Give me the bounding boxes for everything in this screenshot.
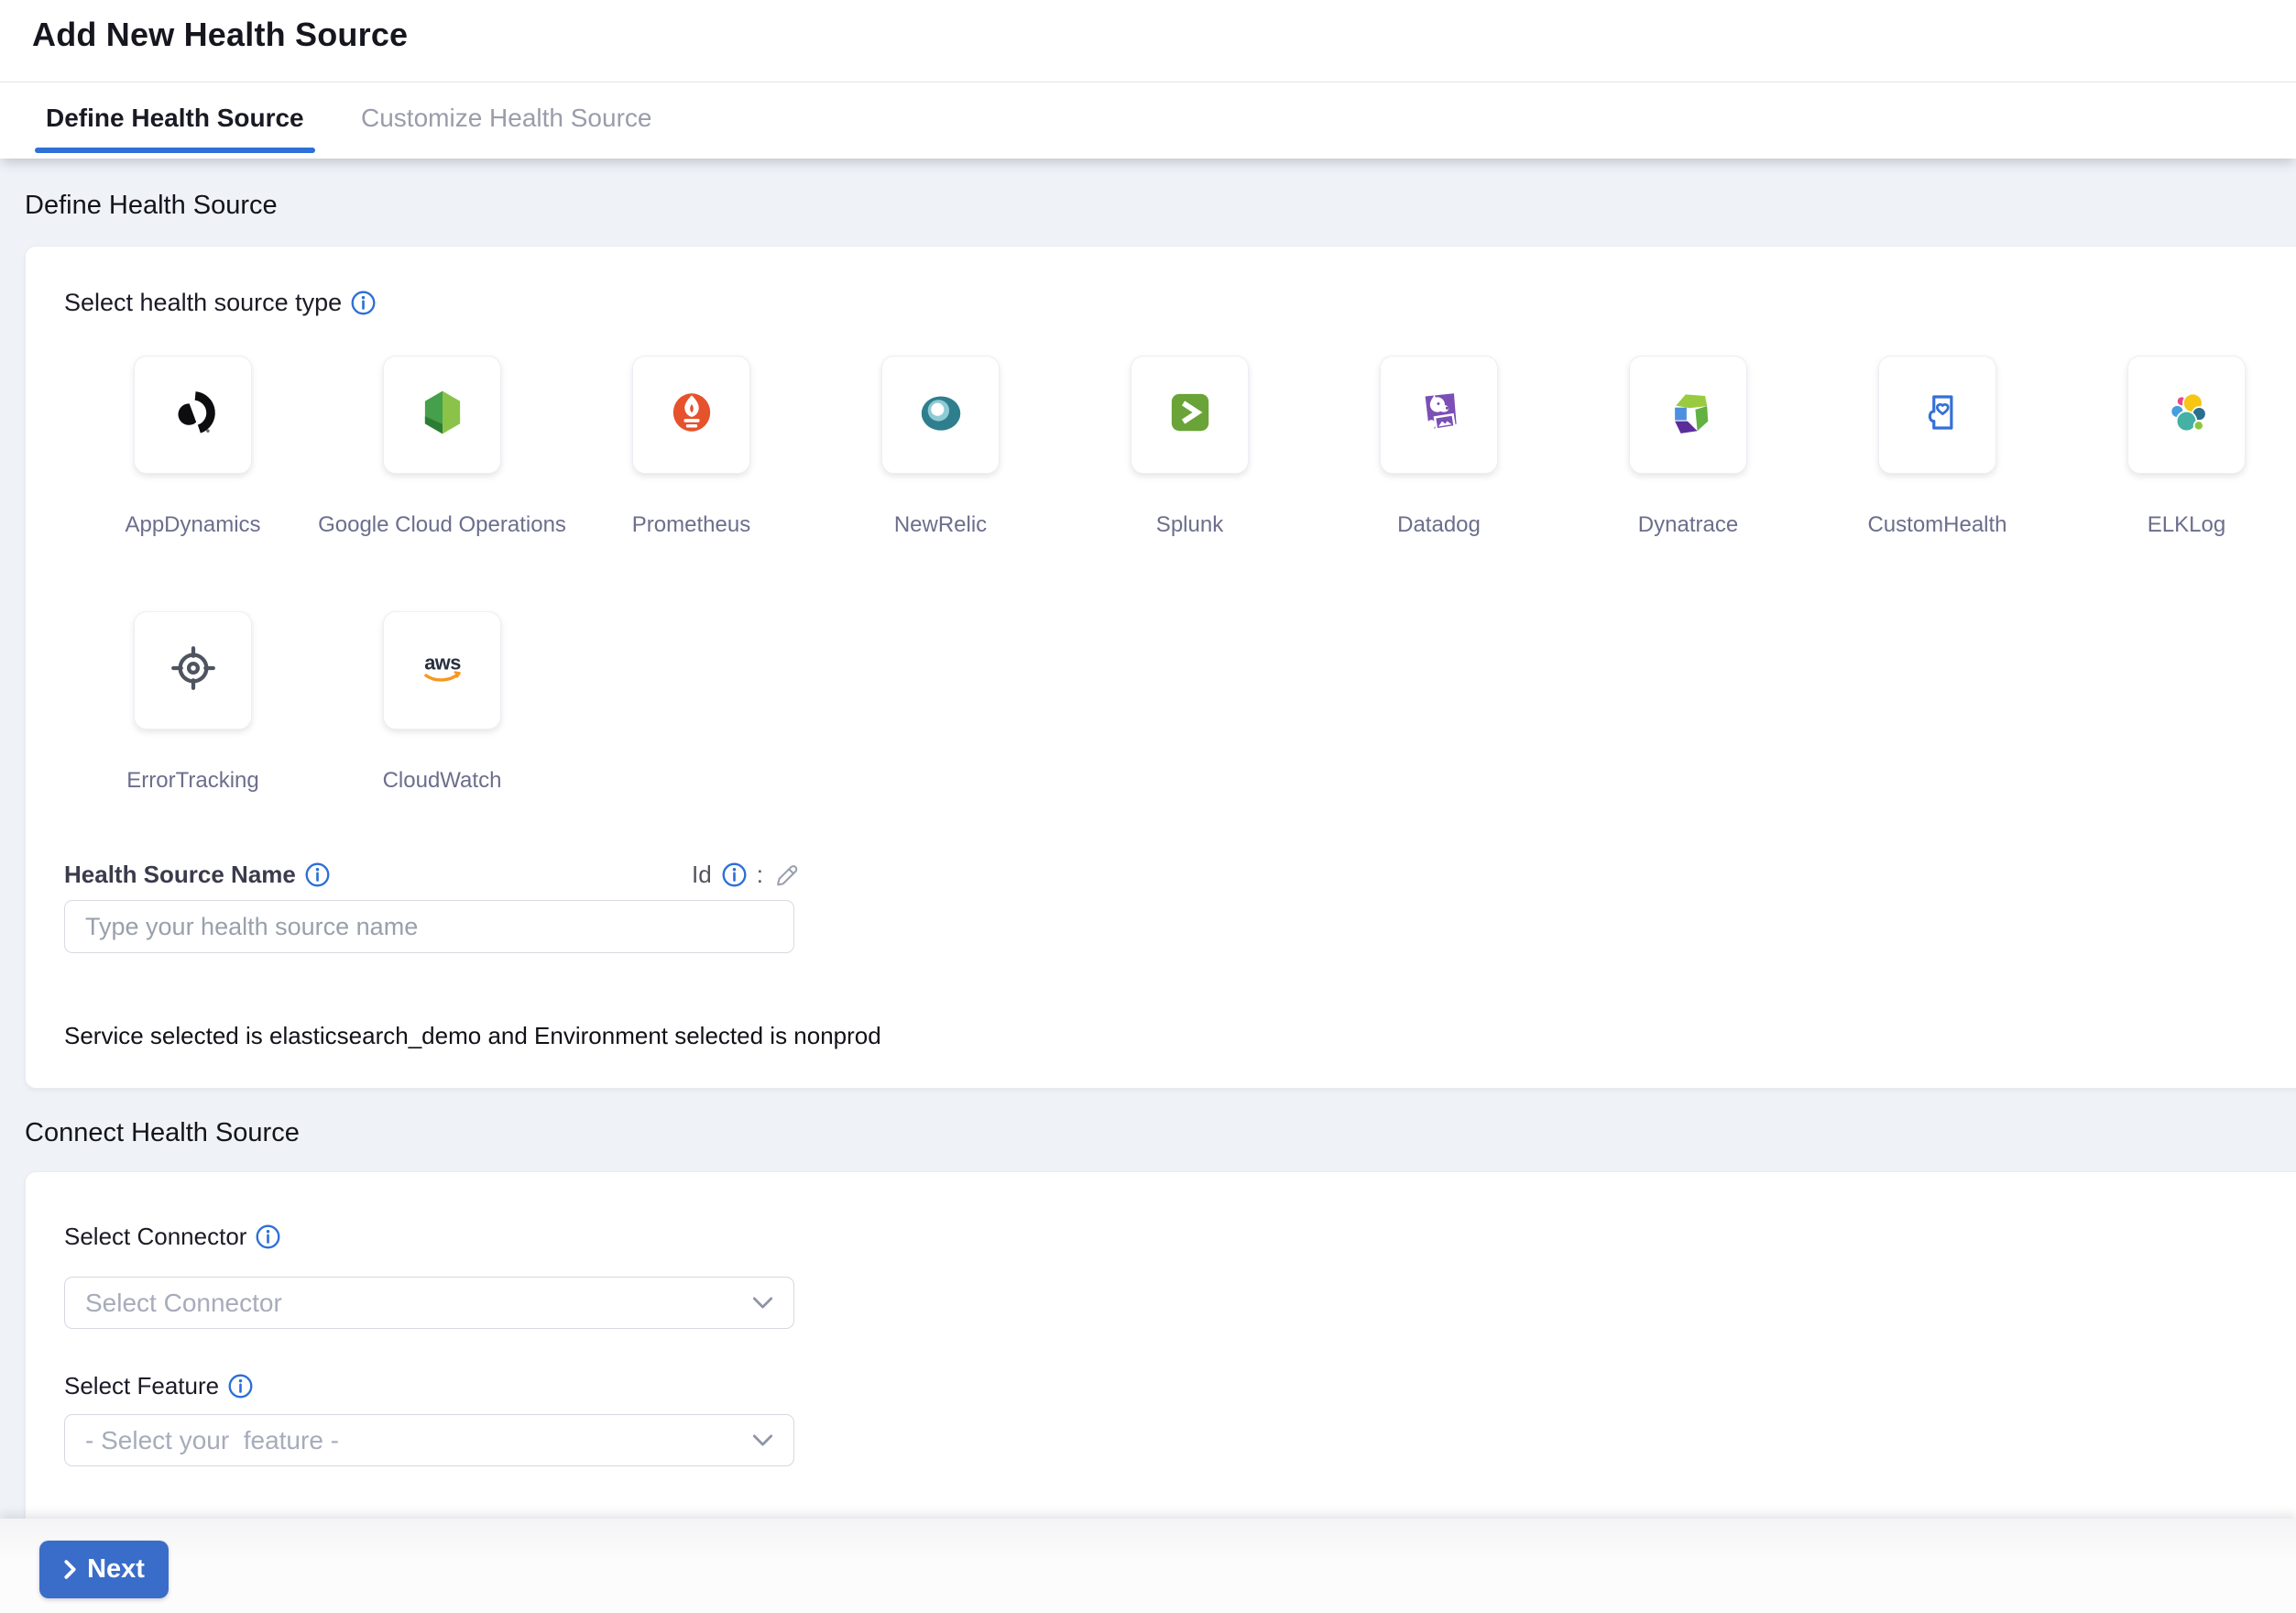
name-label-row: Health Source Name [64, 859, 331, 890]
source-item-newrelic: NewRelic [881, 356, 1000, 474]
footer-bar: Next [0, 1519, 2296, 1613]
chevron-right-icon [63, 1559, 77, 1580]
add-health-source-page: Add New Health Source Define Health Sour… [0, 0, 2296, 1613]
health-source-grid: AppDynamics Google Cloud Operations Promet… [134, 356, 2269, 730]
page-title: Add New Health Source [32, 15, 408, 55]
feature-dropdown-placeholder: - Select your feature - [85, 1426, 752, 1455]
next-button[interactable]: Next [39, 1541, 169, 1598]
source-item-customhealth: CustomHealth [1878, 356, 1996, 474]
source-item-cloudwatch: awsCloudWatch [383, 611, 501, 730]
connector-info-icon[interactable] [255, 1223, 281, 1250]
source-tile-errortracking[interactable] [134, 611, 252, 730]
chevron-down-icon [752, 1296, 773, 1310]
splunk-icon [1159, 381, 1221, 448]
newrelic-icon [910, 381, 972, 448]
select-feature-label: Select Feature [64, 1372, 219, 1400]
source-label: Splunk [1156, 512, 1223, 538]
source-label: NewRelic [894, 512, 987, 538]
errortracking-icon [162, 637, 224, 704]
id-group: Id : [692, 859, 801, 890]
source-label: ErrorTracking [126, 768, 258, 794]
source-tile-prometheus[interactable] [632, 356, 750, 474]
svg-text:aws: aws [424, 652, 461, 675]
tab-define-health-source[interactable]: Define Health Source [35, 82, 315, 153]
source-label: Google Cloud Operations [318, 512, 566, 538]
source-label: CustomHealth [1867, 512, 2006, 538]
name-info-icon[interactable] [304, 861, 331, 888]
select-type-label: Select health source type [64, 289, 342, 317]
source-tile-datadog[interactable] [1380, 356, 1498, 474]
source-tile-customhealth[interactable] [1878, 356, 1996, 474]
connector-label-row: Select Connector [64, 1221, 281, 1252]
feature-dropdown[interactable]: - Select your feature - [64, 1414, 794, 1466]
appdynamics-icon [162, 381, 224, 448]
feature-label-row: Select Feature [64, 1370, 254, 1401]
source-tile-newrelic[interactable] [881, 356, 1000, 474]
tab-bar: Define Health Source Customize Health So… [0, 82, 2296, 159]
top-bar: Add New Health Source Define Health Sour… [0, 0, 2296, 159]
source-label: Datadog [1397, 512, 1481, 538]
source-item-splunk: Splunk [1131, 356, 1249, 474]
connector-dropdown[interactable]: Select Connector [64, 1277, 794, 1329]
source-tile-appdynamics[interactable] [134, 356, 252, 474]
define-section-heading: Define Health Source [25, 191, 278, 221]
source-item-elklog: ELKLog [2127, 356, 2246, 474]
define-health-source-card: Select health source type AppDynamics Goo… [25, 246, 2296, 1089]
connect-section-heading: Connect Health Source [25, 1118, 300, 1148]
tab-customize-health-source[interactable]: Customize Health Source [350, 82, 662, 153]
next-button-label: Next [87, 1554, 145, 1585]
source-label: Dynatrace [1638, 512, 1738, 538]
source-tile-splunk[interactable] [1131, 356, 1249, 474]
dynatrace-icon [1657, 381, 1720, 448]
id-separator: : [757, 861, 763, 889]
prometheus-icon [661, 381, 723, 448]
source-label: AppDynamics [125, 512, 260, 538]
id-label: Id [692, 861, 712, 889]
source-item-gco: Google Cloud Operations [383, 356, 501, 474]
connect-health-source-card: Select Connector Select Connector Select… [25, 1171, 2296, 1520]
edit-id-pencil-icon[interactable] [772, 861, 801, 889]
id-info-icon[interactable] [721, 861, 748, 888]
select-connector-label: Select Connector [64, 1223, 246, 1251]
select-type-info-icon[interactable] [350, 290, 377, 316]
elklog-icon [2156, 381, 2218, 448]
source-tile-cloudwatch[interactable]: aws [383, 611, 501, 730]
source-item-prometheus: Prometheus [632, 356, 750, 474]
feature-info-icon[interactable] [227, 1373, 254, 1399]
cloudwatch-icon: aws [411, 637, 474, 704]
health-source-name-input[interactable] [64, 900, 794, 953]
datadog-icon [1408, 381, 1471, 448]
source-item-dynatrace: Dynatrace [1629, 356, 1747, 474]
source-item-appdynamics: AppDynamics [134, 356, 252, 474]
source-tile-gco[interactable] [383, 356, 501, 474]
source-tile-dynatrace[interactable] [1629, 356, 1747, 474]
source-label: Prometheus [632, 512, 750, 538]
service-environment-note: Service selected is elasticsearch_demo a… [64, 1022, 881, 1050]
source-item-datadog: Datadog [1380, 356, 1498, 474]
health-source-name-label: Health Source Name [64, 861, 296, 889]
customhealth-icon [1907, 381, 1969, 448]
source-label: CloudWatch [383, 768, 502, 794]
gco-icon [411, 381, 474, 448]
chevron-down-icon [752, 1433, 773, 1447]
source-label: ELKLog [2148, 512, 2225, 538]
connector-dropdown-placeholder: Select Connector [85, 1289, 752, 1318]
source-tile-elklog[interactable] [2127, 356, 2246, 474]
select-type-label-row: Select health source type [64, 287, 377, 318]
source-item-errortracking: ErrorTracking [134, 611, 252, 730]
